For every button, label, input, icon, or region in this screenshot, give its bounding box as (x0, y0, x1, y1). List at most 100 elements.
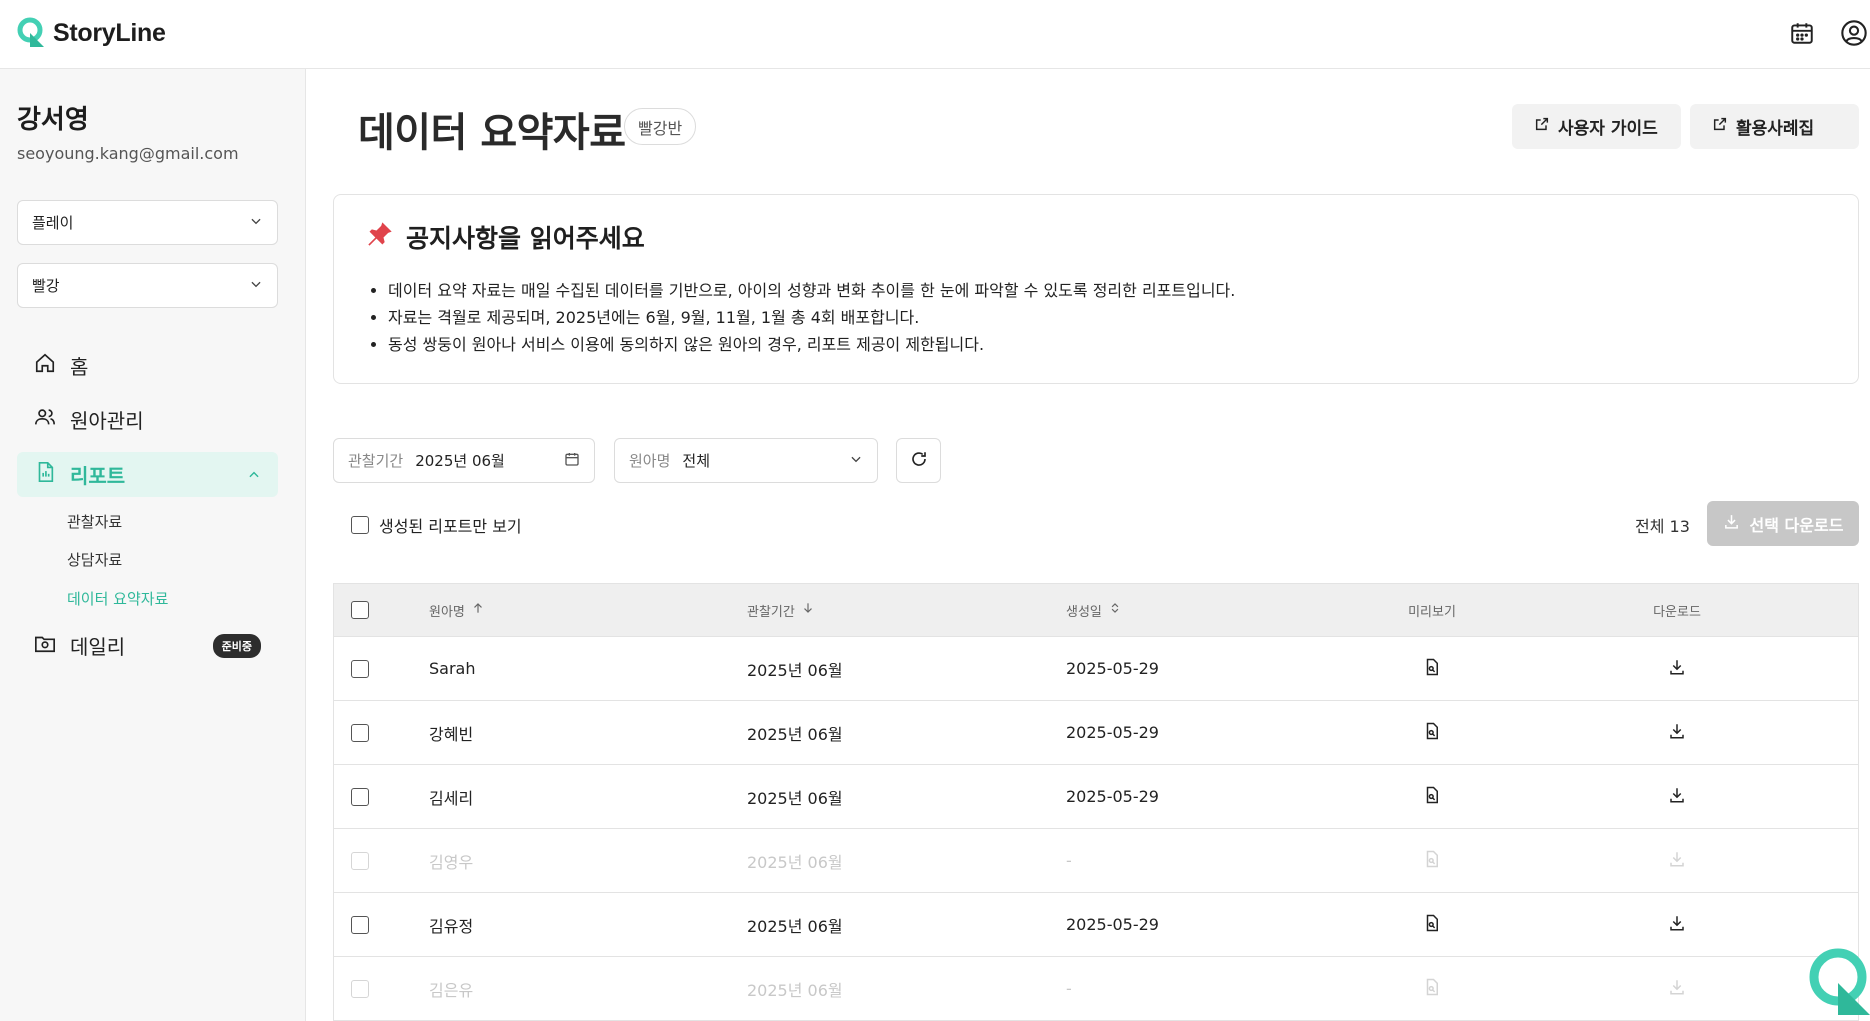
preview-icon (1423, 978, 1441, 1000)
program-select[interactable]: 플레이 (17, 200, 278, 245)
calendar-icon[interactable] (1786, 16, 1818, 50)
user-guide-label: 사용자 가이드 (1558, 119, 1658, 139)
row-checkbox (351, 979, 369, 998)
row-created: - (1066, 851, 1072, 870)
notice-item: 자료는 격월로 제공되며, 2025년에는 6월, 9월, 11월, 1월 총 … (388, 304, 1235, 331)
download-icon[interactable] (1668, 722, 1686, 744)
notice-card: 공지사항을 읽어주세요 데이터 요약 자료는 매일 수집된 데이터를 기반으로,… (333, 194, 1859, 384)
row-checkbox[interactable] (351, 659, 369, 678)
class-select-value: 빨강 (32, 277, 60, 295)
preview-icon[interactable] (1423, 786, 1441, 808)
sidebar-subitem-summary[interactable]: 데이터 요약자료 (67, 588, 168, 609)
preview-icon[interactable] (1423, 658, 1441, 680)
home-icon (34, 352, 56, 379)
download-icon (1668, 978, 1686, 1000)
only-generated-label: 생성된 리포트만 보기 (379, 517, 522, 536)
row-period: 2025년 06월 (747, 916, 843, 936)
sidebar-item-daily[interactable]: 데일리 준비중 (17, 623, 278, 668)
download-icon[interactable] (1668, 786, 1686, 808)
sidebar-item-report[interactable]: 리포트 (17, 452, 278, 497)
notice-item: 동성 쌍둥이 원아나 서비스 이용에 동의하지 않은 원아의 경우, 리포트 제… (388, 331, 1235, 358)
header-preview: 미리보기 (1408, 604, 1456, 620)
chat-assistant-button[interactable] (1808, 947, 1870, 1021)
select-all-checkbox[interactable] (351, 601, 369, 619)
preview-icon[interactable] (1423, 722, 1441, 744)
chevron-up-icon (247, 463, 261, 487)
sidebar-item-label: 원아관리 (70, 409, 144, 433)
only-generated-checkbox[interactable] (351, 516, 369, 534)
arrow-up-icon (471, 601, 485, 619)
download-icon[interactable] (1668, 914, 1686, 936)
total-count: 전체 13 (1635, 517, 1690, 536)
sidebar-subitem-counsel[interactable]: 상담자료 (67, 549, 122, 570)
child-filter-value: 전체 (682, 452, 711, 470)
sidebar-item-children[interactable]: 원아관리 (17, 397, 278, 442)
download-selected-button[interactable]: 선택 다운로드 (1707, 501, 1859, 546)
storyline-chat-icon (1809, 948, 1870, 1015)
row-name: 김영우 (429, 852, 474, 872)
download-icon[interactable] (1668, 658, 1686, 680)
class-select[interactable]: 빨강 (17, 263, 278, 308)
row-name: 강혜빈 (429, 724, 474, 744)
row-name: 김세리 (429, 788, 474, 808)
user-guide-button[interactable]: 사용자 가이드 (1512, 104, 1681, 149)
sidebar-subitem-observation[interactable]: 관찰자료 (67, 511, 122, 532)
logo-text: StoryLine (53, 18, 166, 47)
child-filter[interactable]: 원아명 전체 (614, 438, 878, 483)
row-created: 2025-05-29 (1066, 787, 1159, 806)
storyline-logo[interactable]: StoryLine (17, 17, 166, 49)
row-checkbox[interactable] (351, 723, 369, 742)
row-name: 김은유 (429, 980, 474, 1000)
row-created: 2025-05-29 (1066, 915, 1159, 934)
external-link-icon (1534, 116, 1550, 137)
download-icon (1668, 850, 1686, 872)
calendar-icon (564, 451, 580, 471)
row-period: 2025년 06월 (747, 724, 843, 744)
report-icon (34, 461, 56, 488)
row-period: 2025년 06월 (747, 980, 843, 1000)
chevron-down-icon (849, 452, 863, 470)
sidebar-item-home[interactable]: 홈 (17, 343, 278, 388)
refresh-button[interactable] (896, 438, 941, 483)
report-table: 원아명 관찰기간 생성일 미리보기 다운로드 Sarah 2025년 06월 2… (333, 583, 1859, 1021)
row-name: Sarah (429, 659, 476, 678)
table-row: 김유정 2025년 06월 2025-05-29 (334, 893, 1858, 957)
row-checkbox[interactable] (351, 787, 369, 806)
period-filter[interactable]: 관찰기간 2025년 06월 (333, 438, 595, 483)
use-cases-button[interactable]: 활용사례집 (1690, 104, 1859, 149)
sort-icon (1108, 601, 1122, 619)
user-email: seoyoung.kang@gmail.com (17, 144, 239, 163)
preview-icon[interactable] (1423, 914, 1441, 936)
user-circle-icon[interactable] (1838, 16, 1870, 50)
only-generated-toggle[interactable]: 생성된 리포트만 보기 (351, 513, 522, 537)
row-period: 2025년 06월 (747, 788, 843, 808)
external-link-icon (1712, 116, 1728, 137)
program-select-value: 플레이 (32, 214, 74, 232)
user-name: 강서영 (17, 105, 89, 135)
arrow-down-icon (801, 601, 815, 619)
header-period: 관찰기간 (747, 604, 795, 620)
header-created: 생성일 (1066, 604, 1102, 620)
period-filter-value: 2025년 06월 (415, 452, 505, 470)
top-header: StoryLine (0, 0, 1870, 69)
sidebar-item-label: 리포트 (70, 464, 126, 488)
table-row: 김세리 2025년 06월 2025-05-29 (334, 765, 1858, 829)
row-created: 2025-05-29 (1066, 723, 1159, 742)
table-row: 강혜빈 2025년 06월 2025-05-29 (334, 701, 1858, 765)
folder-camera-icon (34, 632, 56, 659)
sort-period-header[interactable]: 관찰기간 (747, 584, 815, 636)
pushpin-icon (366, 220, 394, 254)
page-title: 데이터 요약자료 (358, 110, 626, 156)
coming-soon-badge: 준비중 (212, 633, 261, 658)
header-download: 다운로드 (1653, 604, 1701, 620)
refresh-icon (910, 450, 928, 472)
chevron-down-icon (249, 214, 263, 232)
sort-name-header[interactable]: 원아명 (429, 584, 485, 636)
row-name: 김유정 (429, 916, 474, 936)
row-checkbox (351, 851, 369, 870)
row-checkbox[interactable] (351, 915, 369, 934)
notice-title: 공지사항을 읽어주세요 (406, 224, 645, 253)
sidebar-item-label: 데일리 (70, 635, 126, 659)
sort-created-header[interactable]: 생성일 (1066, 584, 1122, 636)
row-period: 2025년 06월 (747, 852, 843, 872)
